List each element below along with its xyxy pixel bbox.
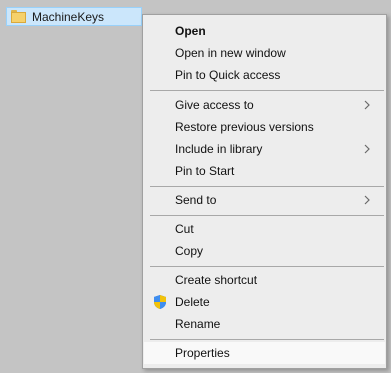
- menu-item-properties[interactable]: Properties: [144, 342, 385, 364]
- uac-shield-icon: [154, 295, 166, 309]
- menu-item-copy[interactable]: Copy: [144, 240, 385, 262]
- menu-separator: [150, 339, 384, 340]
- menu-item-restore-previous-versions[interactable]: Restore previous versions: [144, 116, 385, 138]
- menu-item-open[interactable]: Open: [144, 20, 385, 42]
- menu-item-restore-previous-versions-label: Restore previous versions: [175, 120, 314, 134]
- folder-icon: [11, 10, 26, 23]
- folder-item-machinekeys[interactable]: MachineKeys: [6, 7, 142, 26]
- menu-item-open-new-window[interactable]: Open in new window: [144, 42, 385, 64]
- menu-item-give-access-label: Give access to: [175, 98, 254, 112]
- menu-item-give-access[interactable]: Give access to: [144, 94, 385, 116]
- menu-item-pin-to-start-label: Pin to Start: [175, 164, 235, 178]
- menu-separator: [150, 266, 384, 267]
- menu-item-include-in-library-label: Include in library: [175, 142, 263, 156]
- menu-item-copy-label: Copy: [175, 244, 204, 258]
- menu-item-delete[interactable]: Delete: [144, 291, 385, 313]
- menu-item-send-to[interactable]: Send to: [144, 189, 385, 211]
- chevron-right-icon: [364, 195, 370, 205]
- menu-item-rename-label: Rename: [175, 317, 221, 331]
- menu-item-create-shortcut-label: Create shortcut: [175, 273, 258, 287]
- menu-separator: [150, 186, 384, 187]
- menu-separator: [150, 90, 384, 91]
- menu-item-pin-quick-access-label: Pin to Quick access: [175, 68, 281, 82]
- menu-item-pin-quick-access[interactable]: Pin to Quick access: [144, 64, 385, 86]
- menu-item-create-shortcut[interactable]: Create shortcut: [144, 269, 385, 291]
- menu-item-send-to-label: Send to: [175, 193, 217, 207]
- chevron-right-icon: [364, 144, 370, 154]
- menu-item-cut-label: Cut: [175, 222, 194, 236]
- folder-name: MachineKeys: [32, 9, 105, 24]
- context-menu: Open Open in new window Pin to Quick acc…: [142, 14, 387, 369]
- chevron-right-icon: [364, 100, 370, 110]
- menu-item-pin-to-start[interactable]: Pin to Start: [144, 160, 385, 182]
- menu-item-open-label: Open: [175, 24, 206, 38]
- menu-item-include-in-library[interactable]: Include in library: [144, 138, 385, 160]
- menu-separator: [150, 215, 384, 216]
- menu-item-open-new-window-label: Open in new window: [175, 46, 286, 60]
- menu-item-rename[interactable]: Rename: [144, 313, 385, 335]
- menu-item-cut[interactable]: Cut: [144, 218, 385, 240]
- menu-item-properties-label: Properties: [175, 346, 230, 360]
- menu-item-delete-label: Delete: [175, 295, 210, 309]
